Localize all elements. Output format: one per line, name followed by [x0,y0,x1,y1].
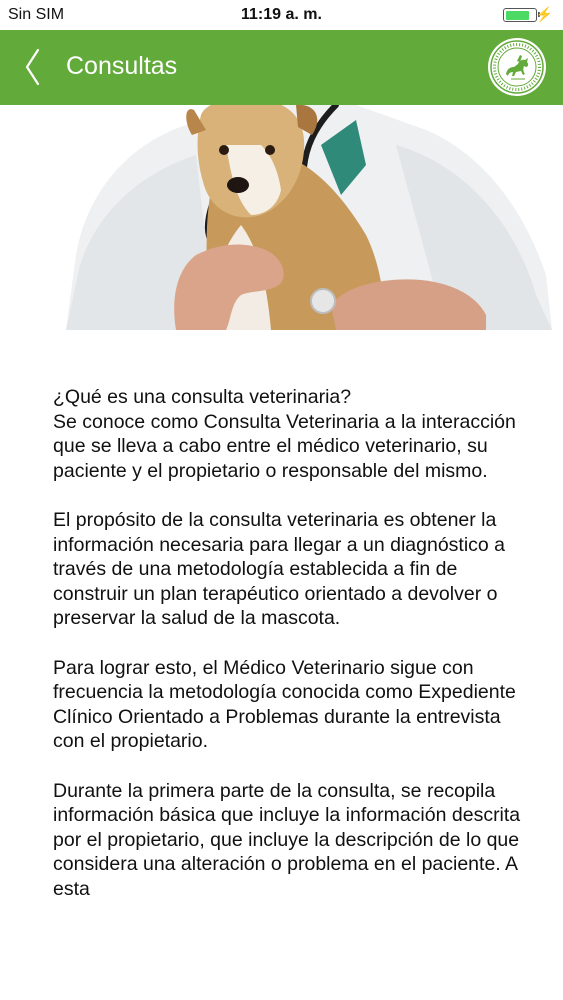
paragraph: El propósito de la consulta veterinaria … [53,509,506,629]
hero-image [66,105,552,330]
paragraph: Para lograr esto, el Médico Veterinario … [53,656,516,753]
equestrian-seal-icon [488,38,546,96]
article-body: ¿Qué es una consulta veterinaria? Se con… [53,385,523,926]
page-title: Consultas [66,52,178,80]
back-button[interactable] [14,40,54,95]
battery-fill [505,10,530,20]
battery-icon [503,8,540,22]
content-clip [0,950,563,1000]
navigation-bar: Consultas [0,30,563,105]
charging-icon: ⚡ [535,6,553,22]
paragraph-text: Se conoce como Consulta Veterinaria a la… [53,410,516,482]
paragraph: ¿Qué es una consulta veterinaria? Se con… [53,385,523,483]
veterinarian-dog-illustration [66,105,552,330]
paragraph: Durante la primera parte de la consulta,… [53,779,521,900]
clock: 11:19 a. m. [241,6,322,23]
chevron-left-icon [25,48,40,86]
status-bar: Sin SIM 11:19 a. m. ⚡ [0,0,563,30]
article-heading: ¿Qué es una consulta veterinaria? [53,386,352,408]
